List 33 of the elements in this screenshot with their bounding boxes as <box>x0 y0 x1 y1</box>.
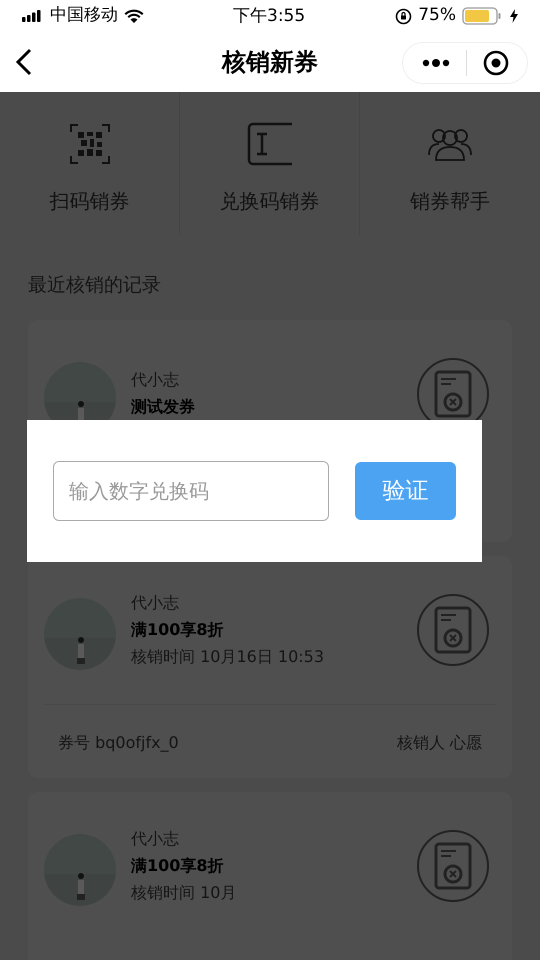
people-group-icon <box>427 127 473 161</box>
battery-percent: 75% <box>418 4 456 28</box>
charging-icon <box>510 9 518 23</box>
page-title: 核销新券 <box>222 47 318 78</box>
action-label: 扫码销券 <box>50 188 130 215</box>
wifi-icon <box>124 8 144 24</box>
coupon-title: 满100享8折 <box>131 854 225 876</box>
action-tile[interactable]: 扫码销券 <box>0 92 180 235</box>
verify-time: 核销时间 10月 <box>131 882 238 904</box>
rotation-lock-icon <box>395 8 412 24</box>
action-label: 兑换码销券 <box>220 188 320 215</box>
action-label: 销券帮手 <box>410 188 490 215</box>
user-name: 代小志 <box>131 828 180 850</box>
carrier-name: 中国移动 <box>50 4 118 28</box>
user-name: 代小志 <box>131 592 180 614</box>
clock-time: 下午3:55 <box>233 5 306 28</box>
action-tile[interactable]: 销券帮手 <box>360 92 540 235</box>
redeem-code-field[interactable]: 输入数字兑换码 <box>53 461 329 521</box>
coupon-title: 测试发券 <box>131 396 196 418</box>
voided-ticket-icon <box>416 828 490 902</box>
close-mini-program-icon[interactable] <box>483 50 509 76</box>
verify-button[interactable]: 验证 <box>355 462 456 520</box>
qr-scan-icon <box>70 124 110 164</box>
back-icon[interactable] <box>15 48 33 76</box>
verifier-name: 核销人 心愿 <box>396 732 482 754</box>
coupon-number: 券号 bq0ofjfx_0 <box>58 732 179 754</box>
coupon-title: 满100享8折 <box>131 618 225 640</box>
more-icon[interactable] <box>422 58 450 68</box>
text-cursor-box-icon <box>246 122 292 166</box>
user-name: 代小志 <box>131 369 180 391</box>
action-tile[interactable]: 兑换码销券 <box>180 92 360 235</box>
verify-time: 核销时间 10月16日 10:53 <box>131 646 325 668</box>
voided-ticket-icon <box>416 592 490 666</box>
